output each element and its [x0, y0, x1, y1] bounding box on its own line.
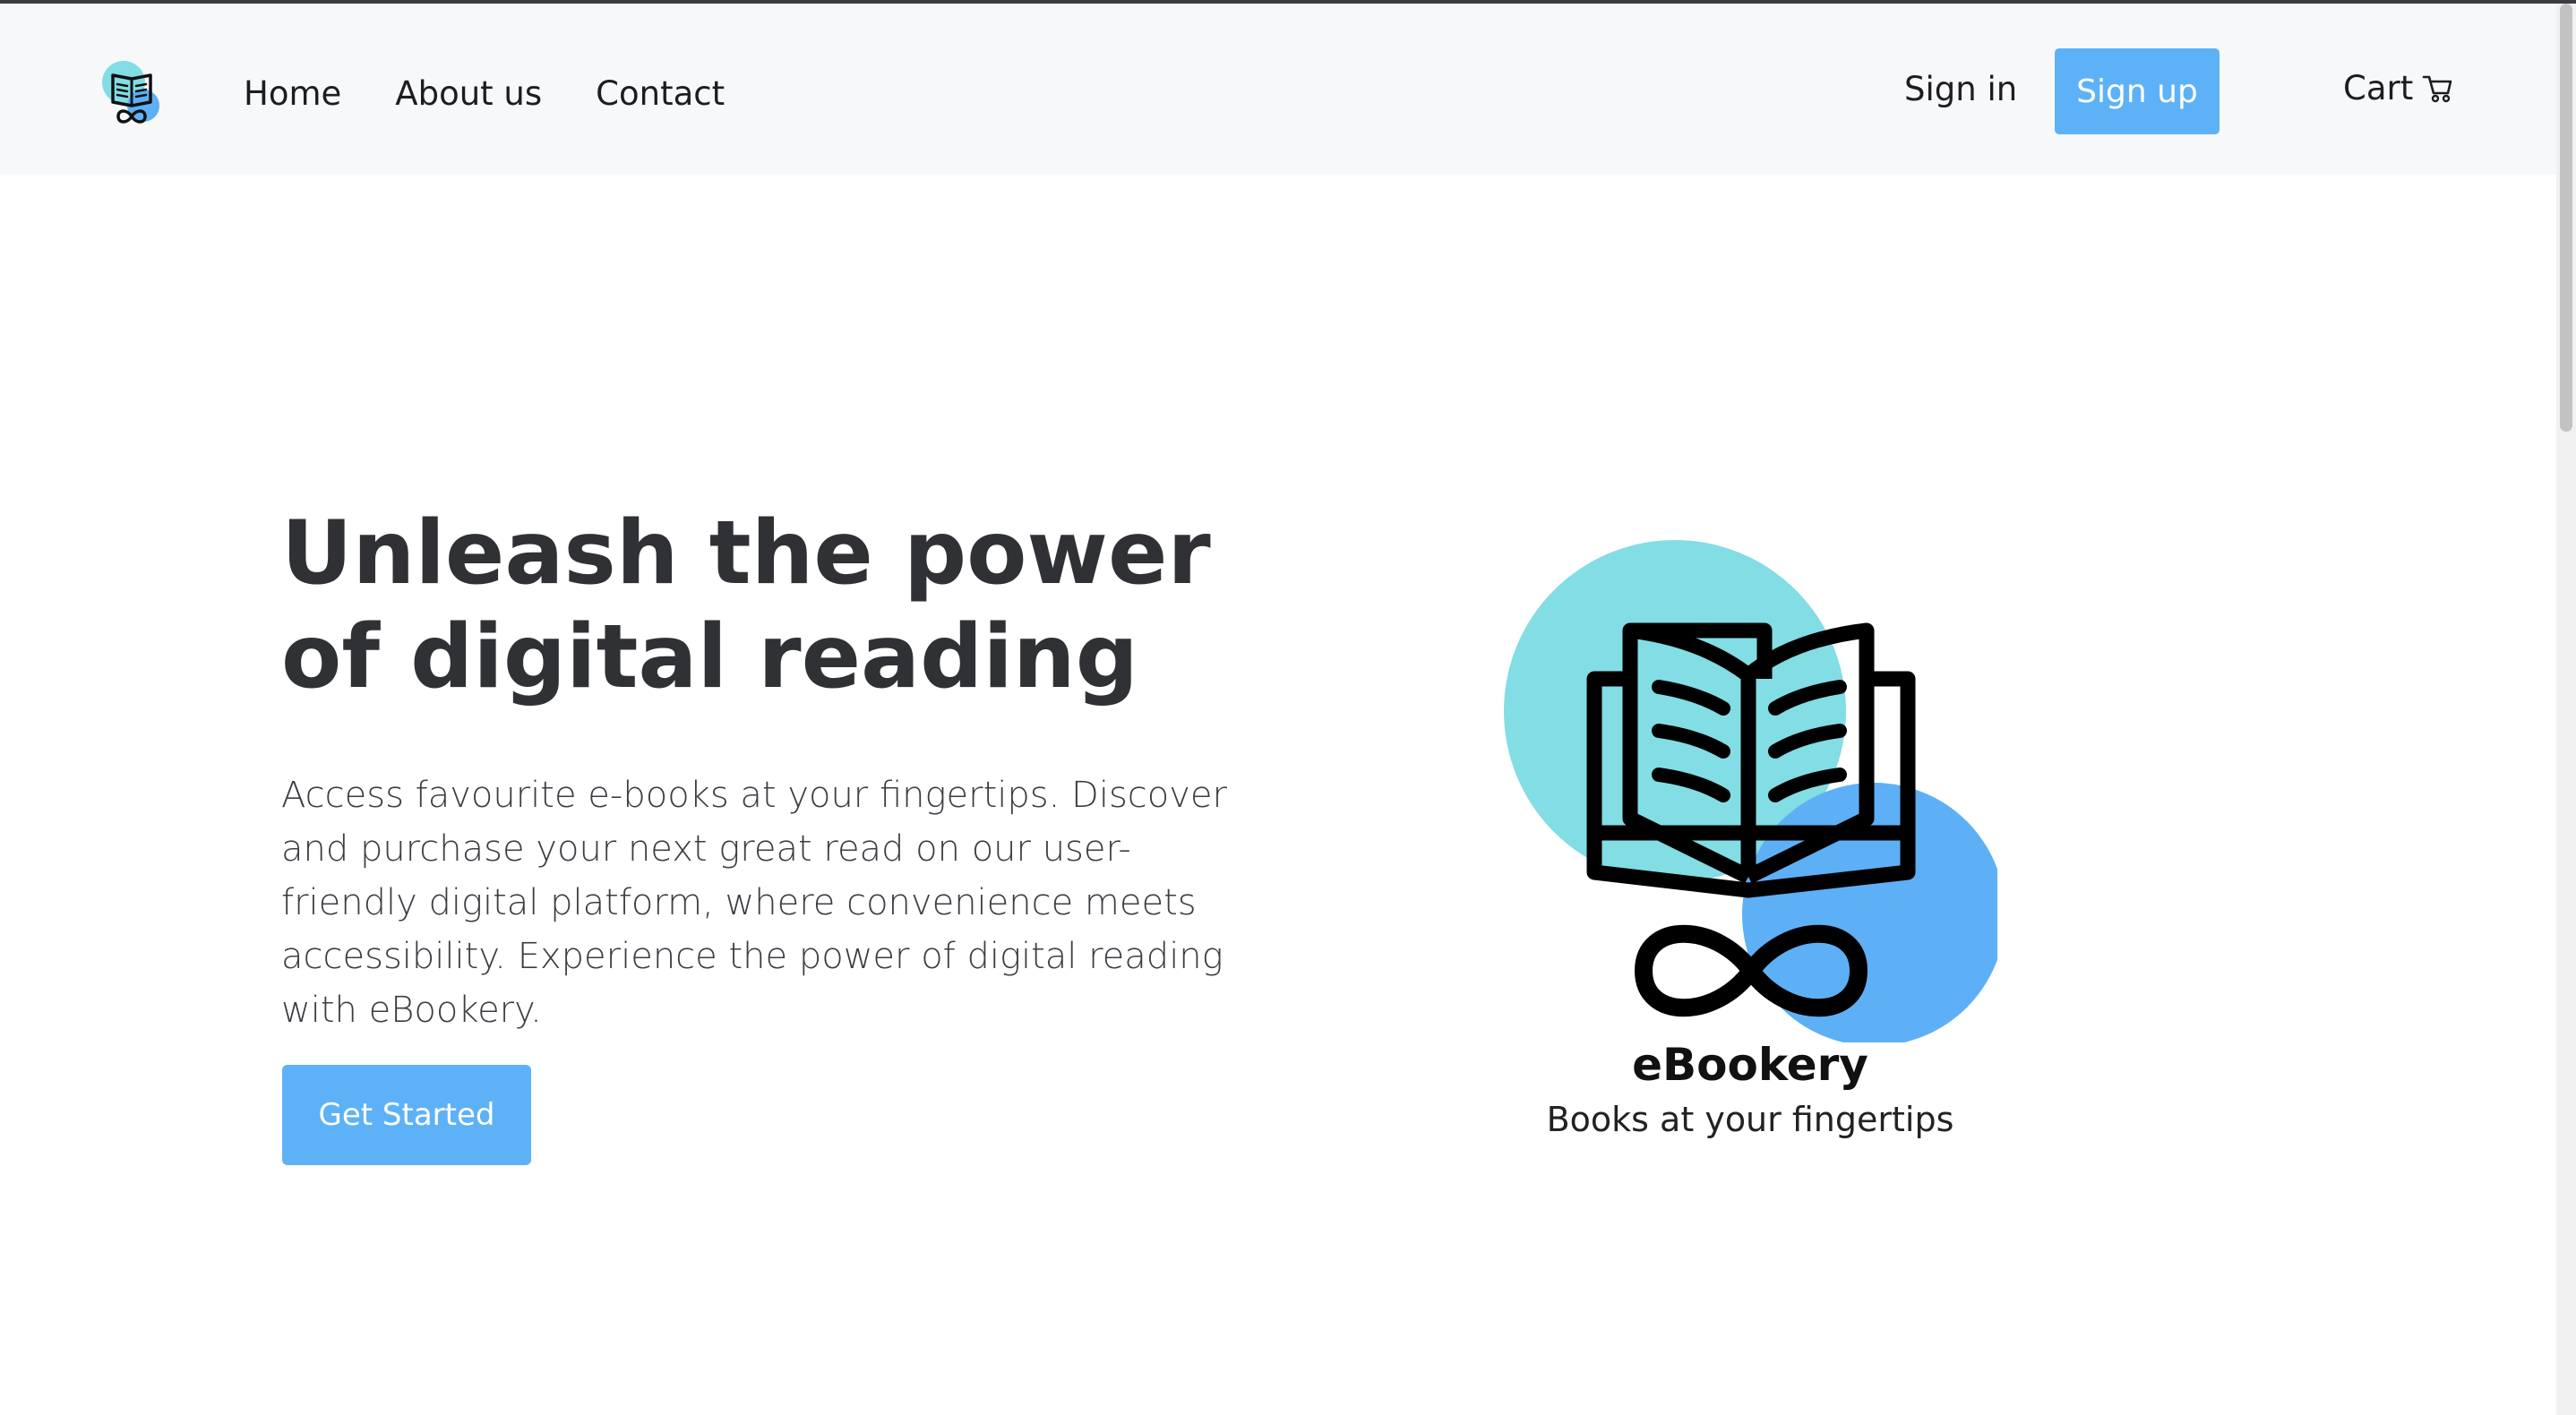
brand-name: eBookery [1632, 1039, 1868, 1091]
hero-description: Access favourite e-books at your fingert… [281, 775, 1227, 1031]
hero-title: Unleash the power of digital reading [281, 502, 1211, 708]
cart-link[interactable]: Cart [2343, 64, 2452, 111]
nav-home-link[interactable]: Home [244, 74, 341, 113]
nav-contact-link[interactable]: Contact [596, 74, 725, 113]
cart-label: Cart [2343, 68, 2414, 107]
nav-about-link[interactable]: About us [395, 74, 542, 113]
scrollbar-thumb[interactable] [2560, 4, 2572, 432]
sign-in-link[interactable]: Sign in [1904, 70, 2017, 108]
shopping-cart-icon [2422, 72, 2452, 104]
sign-up-button[interactable]: Sign up [2055, 48, 2220, 134]
vertical-scrollbar[interactable] [2556, 4, 2576, 1415]
brand-tagline: Books at your fingertips [1546, 1100, 1954, 1139]
navbar: Home About us Contact Sign in Sign up Ca… [0, 4, 2556, 175]
get-started-button[interactable]: Get Started [282, 1065, 531, 1165]
ebookery-logo-icon[interactable] [100, 59, 163, 127]
main-nav: Home About us Contact [244, 64, 725, 122]
